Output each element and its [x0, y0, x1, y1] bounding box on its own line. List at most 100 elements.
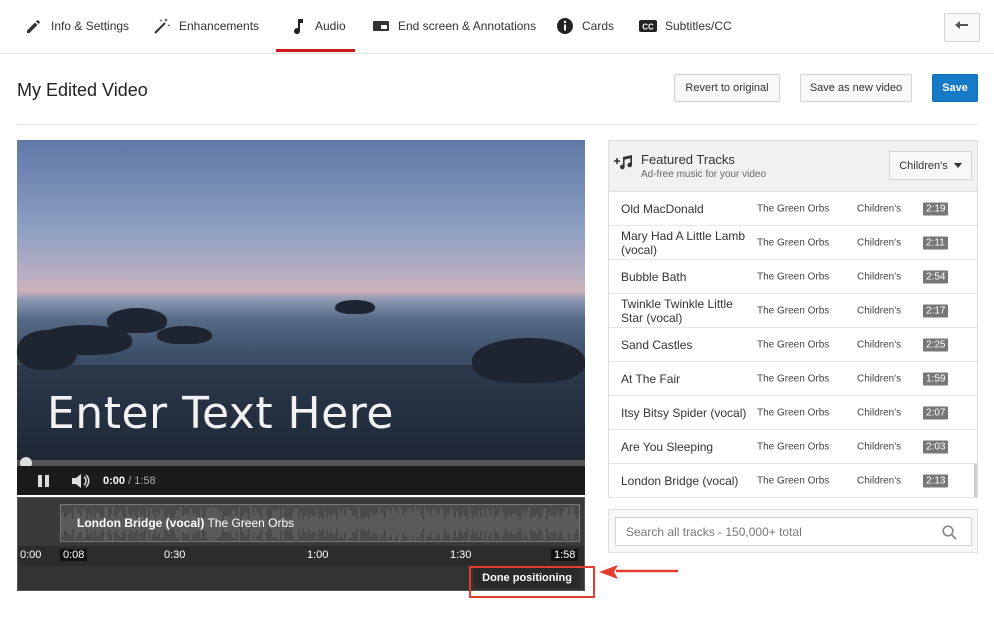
ruler-1-00: 1:00: [307, 549, 329, 561]
current-time: 0:00: [103, 474, 126, 487]
track-artist: The Green Orbs: [757, 373, 830, 384]
clip-track-title: London Bridge (vocal): [77, 516, 205, 530]
track-duration-badge: 2:25: [923, 338, 949, 351]
track-genre: Children's: [857, 305, 902, 316]
track-genre: Children's: [857, 339, 902, 350]
track-title: Bubble Bath: [621, 269, 687, 284]
track-artist: The Green Orbs: [757, 237, 830, 248]
time-separator: /: [125, 474, 135, 487]
tab-cards[interactable]: Cards: [555, 0, 614, 52]
track-title: London Bridge (vocal): [621, 473, 739, 488]
track-row[interactable]: Bubble Bath The Green Orbs Children's 2:54: [609, 260, 977, 294]
track-title: At The Fair: [621, 371, 681, 386]
back-button[interactable]: [944, 13, 980, 42]
track-genre: Children's: [857, 441, 902, 452]
track-duration-badge: 2:19: [923, 202, 949, 215]
tab-label: Cards: [582, 19, 615, 33]
save-as-new-video-button[interactable]: Save as new video: [800, 74, 912, 102]
ruler-1-30: 1:30: [450, 549, 472, 561]
track-row[interactable]: Mary Had A Little Lamb (vocal) The Green …: [609, 226, 977, 260]
track-title: Sand Castles: [621, 337, 693, 352]
featured-tracks-panel: Featured Tracks Ad-free music for your v…: [608, 140, 978, 498]
svg-text:CC: CC: [642, 23, 654, 32]
track-row[interactable]: Are You Sleeping The Green Orbs Children's…: [609, 430, 977, 464]
track-genre: Children's: [857, 373, 902, 384]
clip-track-artist: The Green Orbs: [207, 516, 295, 530]
video-player[interactable]: Enter Text Here 0:00 / 1:58: [17, 140, 585, 495]
tab-label: Subtitles/CC: [665, 19, 732, 33]
back-arrow-icon: [954, 19, 970, 37]
track-duration-badge: 2:54: [923, 270, 949, 283]
track-row[interactable]: Itsy Bitsy Spider (vocal) The Green Orbs C…: [609, 396, 977, 430]
tab-bar: Info & Settings Enhancements Audio End s…: [0, 0, 994, 54]
track-artist: The Green Orbs: [757, 441, 830, 452]
track-row[interactable]: Sand Castles The Green Orbs Children's 2:25: [609, 328, 977, 362]
track-artist: The Green Orbs: [757, 475, 830, 486]
tab-label: Info & Settings: [51, 19, 130, 33]
genre-dropdown[interactable]: Children's: [889, 151, 972, 180]
total-duration: 1:58: [134, 474, 156, 487]
track-duration-badge: 1:59: [923, 372, 949, 385]
tab-label: Audio: [315, 19, 346, 33]
track-artist: The Green Orbs: [757, 271, 830, 282]
search-tracks-input[interactable]: [615, 517, 972, 546]
player-controls: 0:00 / 1:58: [17, 466, 585, 495]
tracks-title: Featured Tracks: [641, 152, 735, 167]
track-genre: Children's: [857, 475, 902, 486]
search-icon[interactable]: [942, 525, 957, 545]
track-duration-badge: 2:17: [923, 304, 949, 317]
search-bar: [608, 509, 978, 553]
ruler-end: 1:58: [551, 549, 579, 561]
track-title: Are You Sleeping: [621, 439, 714, 454]
track-artist: The Green Orbs: [757, 407, 830, 418]
tab-end-screen-annotations[interactable]: End screen & Annotations: [371, 0, 536, 52]
track-genre: Children's: [857, 271, 902, 282]
track-row[interactable]: At The Fair The Green Orbs Children's 1:59: [609, 362, 977, 396]
ruler-0-30: 0:30: [164, 549, 186, 561]
end-screen-icon: [371, 16, 391, 36]
video-text-overlay[interactable]: Enter Text Here: [47, 388, 394, 439]
audio-clip-handle[interactable]: London Bridge (vocal) The Green Orbs: [60, 504, 580, 542]
audio-clip-label: London Bridge (vocal) The Green Orbs: [77, 516, 294, 530]
timeline-ruler: 0:00 0:08 0:30 1:00 1:30 1:58: [18, 546, 584, 566]
genre-selected: Children's: [899, 159, 948, 172]
track-title: Old MacDonald: [621, 201, 704, 216]
add-music-icon: [613, 154, 635, 175]
callout-arrow-icon: [599, 565, 678, 579]
page-title: My Edited Video: [17, 80, 148, 100]
track-duration-badge: 2:13: [923, 474, 949, 487]
tab-subtitles-cc[interactable]: CC Subtitles/CC: [638, 0, 732, 52]
track-row[interactable]: Twinkle Twinkle Little Star (vocal) The G…: [609, 294, 977, 328]
track-list: Old MacDonald The Green Orbs Children's 2:1…: [609, 192, 977, 498]
waveform-area: London Bridge (vocal) The Green Orbs: [18, 498, 584, 546]
tracks-subtitle: Ad-free music for your video: [641, 169, 767, 180]
track-artist: The Green Orbs: [757, 203, 830, 214]
magic-wand-icon: [152, 16, 172, 36]
track-title: Twinkle Twinkle Little Star (vocal): [621, 296, 733, 325]
ruler-offset: 0:08: [60, 549, 88, 561]
ruler-start: 0:00: [20, 549, 42, 561]
save-button[interactable]: Save: [932, 74, 978, 102]
tab-audio[interactable]: Audio: [276, 0, 355, 52]
track-row[interactable]: Old MacDonald The Green Orbs Children's 2:1…: [609, 192, 977, 226]
tracks-header: Featured Tracks Ad-free music for your v…: [609, 141, 977, 192]
music-note-icon: [288, 16, 308, 36]
track-artist: The Green Orbs: [757, 339, 830, 350]
pencil-icon: [24, 16, 44, 36]
volume-icon[interactable]: [71, 473, 91, 489]
tab-enhancements[interactable]: Enhancements: [152, 0, 259, 52]
track-row[interactable]: London Bridge (vocal) The Green Orbs Child…: [609, 464, 977, 498]
video-frame: Enter Text Here: [17, 140, 585, 460]
pause-icon[interactable]: [37, 474, 51, 488]
revert-to-original-button[interactable]: Revert to original: [674, 74, 780, 102]
tab-label: Enhancements: [179, 19, 260, 33]
track-title: Itsy Bitsy Spider (vocal): [621, 405, 747, 420]
tab-label: End screen & Annotations: [398, 19, 537, 33]
track-duration-badge: 2:03: [923, 440, 949, 453]
tab-info-settings[interactable]: Info & Settings: [24, 0, 129, 52]
cc-icon: CC: [638, 16, 658, 36]
track-genre: Children's: [857, 203, 902, 214]
track-genre: Children's: [857, 237, 902, 248]
track-duration-badge: 2:11: [923, 236, 948, 249]
track-duration-badge: 2:07: [923, 406, 949, 419]
